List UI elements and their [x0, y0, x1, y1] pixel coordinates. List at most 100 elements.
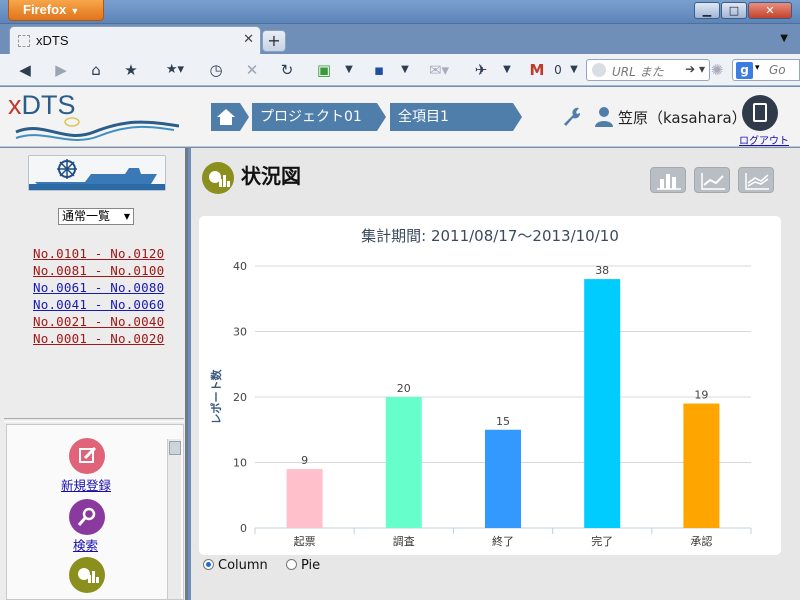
- x-tick-label: 調査: [393, 534, 415, 548]
- search-link[interactable]: 検索: [73, 535, 98, 554]
- search-placeholder: Go: [769, 63, 786, 77]
- page-title: 状況図: [241, 164, 301, 188]
- search-bar[interactable]: g ▾ Go: [732, 59, 800, 81]
- breadcrumb-all-items[interactable]: 全項目1: [390, 103, 522, 131]
- url-bar[interactable]: URL また ➔ ▾: [586, 59, 710, 81]
- y-axis-label: レポート数: [209, 369, 223, 425]
- x-tick-label: 終了: [492, 534, 514, 548]
- gmail-count: 0: [554, 63, 562, 77]
- new-tab-button[interactable]: +: [262, 30, 286, 52]
- bookmark-icon[interactable]: ★: [120, 60, 142, 80]
- save-icon[interactable]: ▪: [368, 60, 390, 80]
- bar-chart-button[interactable]: [650, 167, 686, 193]
- menu-area: 新規登録 検索: [6, 424, 184, 600]
- x-tick-label: 承認: [690, 534, 712, 548]
- new-entry-icon[interactable]: [69, 438, 105, 474]
- range-link[interactable]: No.0001 - No.0020: [33, 330, 164, 347]
- logo-wave-icon: [15, 117, 179, 141]
- bar: [286, 469, 323, 528]
- logout-icon[interactable]: [742, 95, 778, 131]
- chevron-down-icon[interactable]: ▼: [498, 60, 516, 80]
- view-select-value: 通常一覧: [62, 209, 111, 223]
- mail-icon[interactable]: ✉▾: [424, 60, 454, 80]
- x-tick-label: 起票: [294, 535, 316, 548]
- status-chart-icon: [202, 162, 234, 194]
- chevron-down-icon[interactable]: ▼: [396, 60, 414, 80]
- bar: [683, 403, 720, 528]
- bookmarks-menu-icon[interactable]: ★▾: [158, 60, 192, 80]
- go-arrow-icon[interactable]: ➔ ▾: [685, 62, 705, 76]
- pie-option[interactable]: Pie: [285, 558, 321, 573]
- pie-radio[interactable]: [285, 559, 297, 570]
- chevron-down-icon[interactable]: ▼: [340, 60, 358, 80]
- chevron-down-icon[interactable]: ▼: [566, 60, 582, 80]
- area-chart-button[interactable]: [738, 167, 774, 193]
- minimize-button[interactable]: ▁: [694, 2, 720, 19]
- sidebar-divider[interactable]: [4, 418, 184, 422]
- stop-icon[interactable]: ✕: [241, 60, 263, 80]
- home-breadcrumb[interactable]: [211, 103, 249, 131]
- range-link[interactable]: No.0101 - No.0120: [33, 245, 164, 262]
- maximize-button[interactable]: □: [721, 2, 747, 19]
- close-tab-icon[interactable]: ✕: [243, 32, 254, 47]
- main-content: 状況図 集計期間: 2011/08/17～2013/10/10 0 10 20 30 40…: [191, 148, 800, 600]
- column-radio[interactable]: [203, 559, 214, 570]
- chevron-down-icon: ▼: [70, 6, 80, 16]
- chart-title: 集計期間: 2011/08/17～2013/10/10: [361, 227, 619, 245]
- y-tick-label: 20: [233, 391, 247, 404]
- tab-title: xDTS: [36, 33, 69, 48]
- line-chart-button[interactable]: [694, 167, 730, 193]
- addon-icon[interactable]: ▣: [313, 60, 335, 80]
- chevron-down-icon[interactable]: ▾: [755, 63, 760, 73]
- bar: [385, 397, 422, 528]
- breadcrumb-project[interactable]: プロジェクト01: [252, 103, 386, 131]
- ship-banner[interactable]: [28, 155, 166, 191]
- user-icon: [595, 107, 613, 127]
- user-name: 笠原（kasahara）: [618, 109, 747, 127]
- window-titlebar: Firefox ▼ ▁ □ ✕: [0, 0, 800, 24]
- bar: [485, 429, 521, 528]
- firefox-menu-label: Firefox: [23, 2, 67, 17]
- pie-label: Pie: [300, 558, 321, 573]
- chevron-down-icon: ▼: [123, 212, 130, 221]
- status-chart-icon[interactable]: [69, 557, 105, 593]
- new-entry-link[interactable]: 新規登録: [61, 475, 111, 494]
- data-label: 19: [694, 389, 708, 402]
- y-tick-label: 10: [233, 457, 247, 470]
- close-window-button[interactable]: ✕: [748, 2, 792, 19]
- column-option[interactable]: Column: [203, 558, 268, 573]
- logout-link[interactable]: ログアウト: [739, 132, 789, 147]
- range-link[interactable]: No.0061 - No.0080: [33, 279, 164, 296]
- range-link[interactable]: No.0021 - No.0040: [33, 313, 164, 330]
- history-icon[interactable]: ◷: [205, 60, 227, 80]
- gmail-icon[interactable]: M: [527, 60, 547, 80]
- range-link[interactable]: No.0041 - No.0060: [33, 296, 164, 313]
- bar-chart-icon: [657, 174, 681, 190]
- y-tick-label: 0: [240, 522, 247, 535]
- xdts-logo[interactable]: xDTS: [8, 90, 179, 145]
- firefox-menu-button[interactable]: Firefox ▼: [8, 0, 104, 21]
- search-icon[interactable]: [69, 499, 105, 535]
- back-icon[interactable]: ◀: [14, 60, 36, 80]
- home-icon[interactable]: ⌂: [85, 60, 107, 80]
- y-tick-label: 40: [233, 260, 247, 273]
- data-label: 9: [301, 454, 308, 467]
- ship-icon: [29, 156, 165, 190]
- browser-tab[interactable]: xDTS ✕: [9, 26, 261, 54]
- data-label: 15: [496, 415, 510, 428]
- range-list: No.0101 - No.0120 No.0081 - No.0100 No.0…: [33, 245, 164, 347]
- loading-icon: ✺: [710, 61, 724, 79]
- tab-list-icon[interactable]: ▼: [780, 33, 788, 44]
- line-chart-icon: [701, 173, 725, 190]
- scrollbar-thumb[interactable]: [169, 441, 181, 455]
- reload-icon[interactable]: ↻: [276, 60, 298, 80]
- google-icon[interactable]: g: [736, 62, 753, 79]
- chart-type-selector: Column Pie: [203, 558, 334, 573]
- range-link[interactable]: No.0081 - No.0100: [33, 262, 164, 279]
- column-label: Column: [218, 558, 268, 573]
- forward-icon[interactable]: ▶: [50, 60, 72, 80]
- scrollbar[interactable]: [167, 439, 181, 599]
- extension-icon[interactable]: ✈: [470, 60, 492, 80]
- wrench-icon[interactable]: [560, 104, 584, 128]
- view-select[interactable]: 通常一覧 ▼: [58, 208, 134, 225]
